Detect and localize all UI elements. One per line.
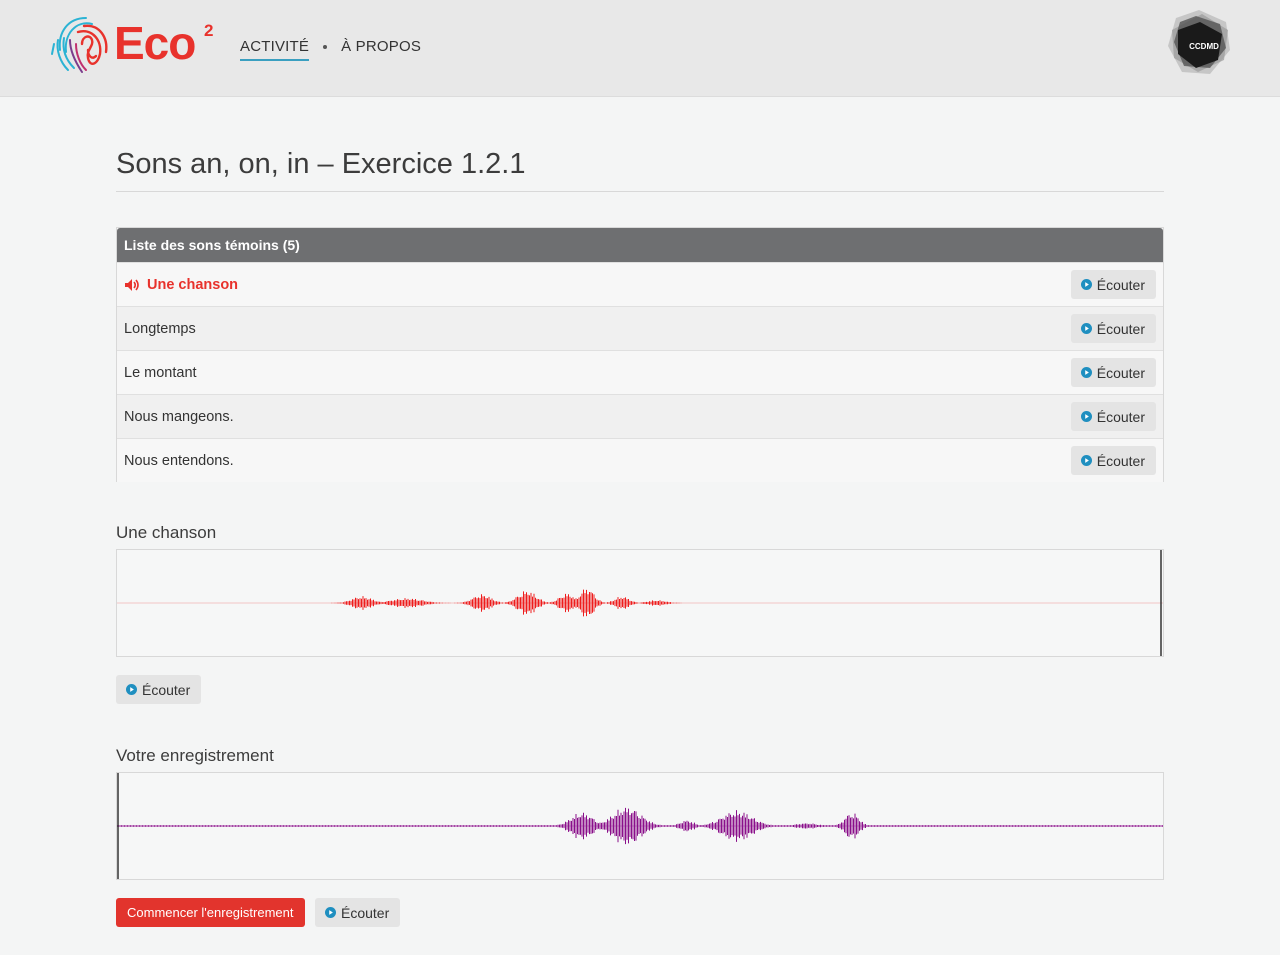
nav-separator bbox=[323, 45, 328, 49]
logo-wordmark: Eco bbox=[114, 17, 196, 69]
play-circle-icon bbox=[126, 684, 137, 695]
main-nav: ACTIVITÉ À PROPOS bbox=[240, 37, 421, 63]
sound-item-longtemps[interactable]: Longtemps Écouter bbox=[117, 306, 1163, 350]
panel-heading: Liste des sons témoins (5) bbox=[117, 228, 1163, 262]
start-recording-button[interactable]: Commencer l'enregistrement bbox=[116, 898, 305, 927]
sound-item-label: Nous entendons. bbox=[124, 452, 234, 469]
reference-waveform[interactable] bbox=[116, 549, 1164, 657]
title-divider bbox=[116, 191, 1164, 192]
site-header: Eco 2 ACTIVITÉ À PROPOS CCDMD bbox=[0, 0, 1280, 97]
recording-waveform[interactable] bbox=[116, 772, 1164, 880]
reference-label: Une chanson bbox=[116, 523, 217, 542]
sound-list-panel: Liste des sons témoins (5) Une chanson É… bbox=[116, 227, 1164, 482]
listen-button-label: Écouter bbox=[1096, 452, 1145, 469]
sound-item-nous-mangeons[interactable]: Nous mangeons. Écouter bbox=[117, 394, 1163, 438]
sound-item-label: Longtemps bbox=[124, 320, 196, 337]
fingerprint-logo-icon bbox=[51, 17, 108, 73]
listen-button-label: Écouter bbox=[1096, 320, 1145, 337]
play-circle-icon bbox=[325, 907, 336, 918]
nav-activite[interactable]: ACTIVITÉ bbox=[240, 37, 310, 61]
recording-waveform-graphic bbox=[117, 773, 1163, 879]
listen-button-label: Écouter bbox=[341, 904, 390, 921]
listen-button[interactable]: Écouter bbox=[1070, 402, 1156, 431]
listen-button[interactable]: Écouter bbox=[1070, 314, 1156, 343]
sound-item-nous-entendons[interactable]: Nous entendons. Écouter bbox=[117, 438, 1163, 482]
listen-button-label: Écouter bbox=[1096, 276, 1145, 293]
sound-item-label: Une chanson bbox=[147, 276, 239, 293]
play-circle-icon bbox=[1080, 323, 1092, 334]
sound-item-label: Nous mangeons. bbox=[124, 408, 234, 425]
reference-listen-button[interactable]: Écouter bbox=[116, 675, 202, 704]
play-circle-icon bbox=[1080, 411, 1092, 422]
listen-button[interactable]: Écouter bbox=[1070, 358, 1156, 387]
listen-button-label: Écouter bbox=[1096, 408, 1145, 425]
play-circle-icon bbox=[1080, 279, 1092, 290]
play-circle-icon bbox=[1080, 455, 1092, 466]
reference-waveform-graphic bbox=[117, 550, 1163, 656]
ccdmd-badge[interactable]: CCDMD bbox=[1166, 8, 1232, 78]
play-circle-icon bbox=[1080, 367, 1092, 378]
eco2-logo[interactable]: Eco 2 bbox=[48, 10, 223, 76]
recording-label: Votre enregistrement bbox=[116, 746, 274, 765]
recording-listen-button[interactable]: Écouter bbox=[315, 898, 401, 927]
sound-item-le-montant[interactable]: Le montant Écouter bbox=[117, 350, 1163, 394]
nav-a-propos[interactable]: À PROPOS bbox=[341, 37, 421, 61]
svg-text:CCDMD: CCDMD bbox=[1189, 42, 1219, 51]
logo-superscript: 2 bbox=[204, 21, 214, 40]
sound-item-label: Le montant bbox=[124, 364, 197, 381]
listen-button-label: Écouter bbox=[142, 681, 191, 698]
page-title: Sons an, on, in – Exercice 1.2.1 bbox=[116, 148, 526, 180]
listen-button[interactable]: Écouter bbox=[1070, 270, 1156, 299]
listen-button-label: Écouter bbox=[1096, 364, 1145, 381]
sound-item-une-chanson[interactable]: Une chanson Écouter bbox=[117, 262, 1163, 306]
ccdmd-logo-icon: CCDMD bbox=[1168, 10, 1230, 74]
listen-button[interactable]: Écouter bbox=[1070, 446, 1156, 475]
speaker-icon bbox=[125, 279, 139, 291]
